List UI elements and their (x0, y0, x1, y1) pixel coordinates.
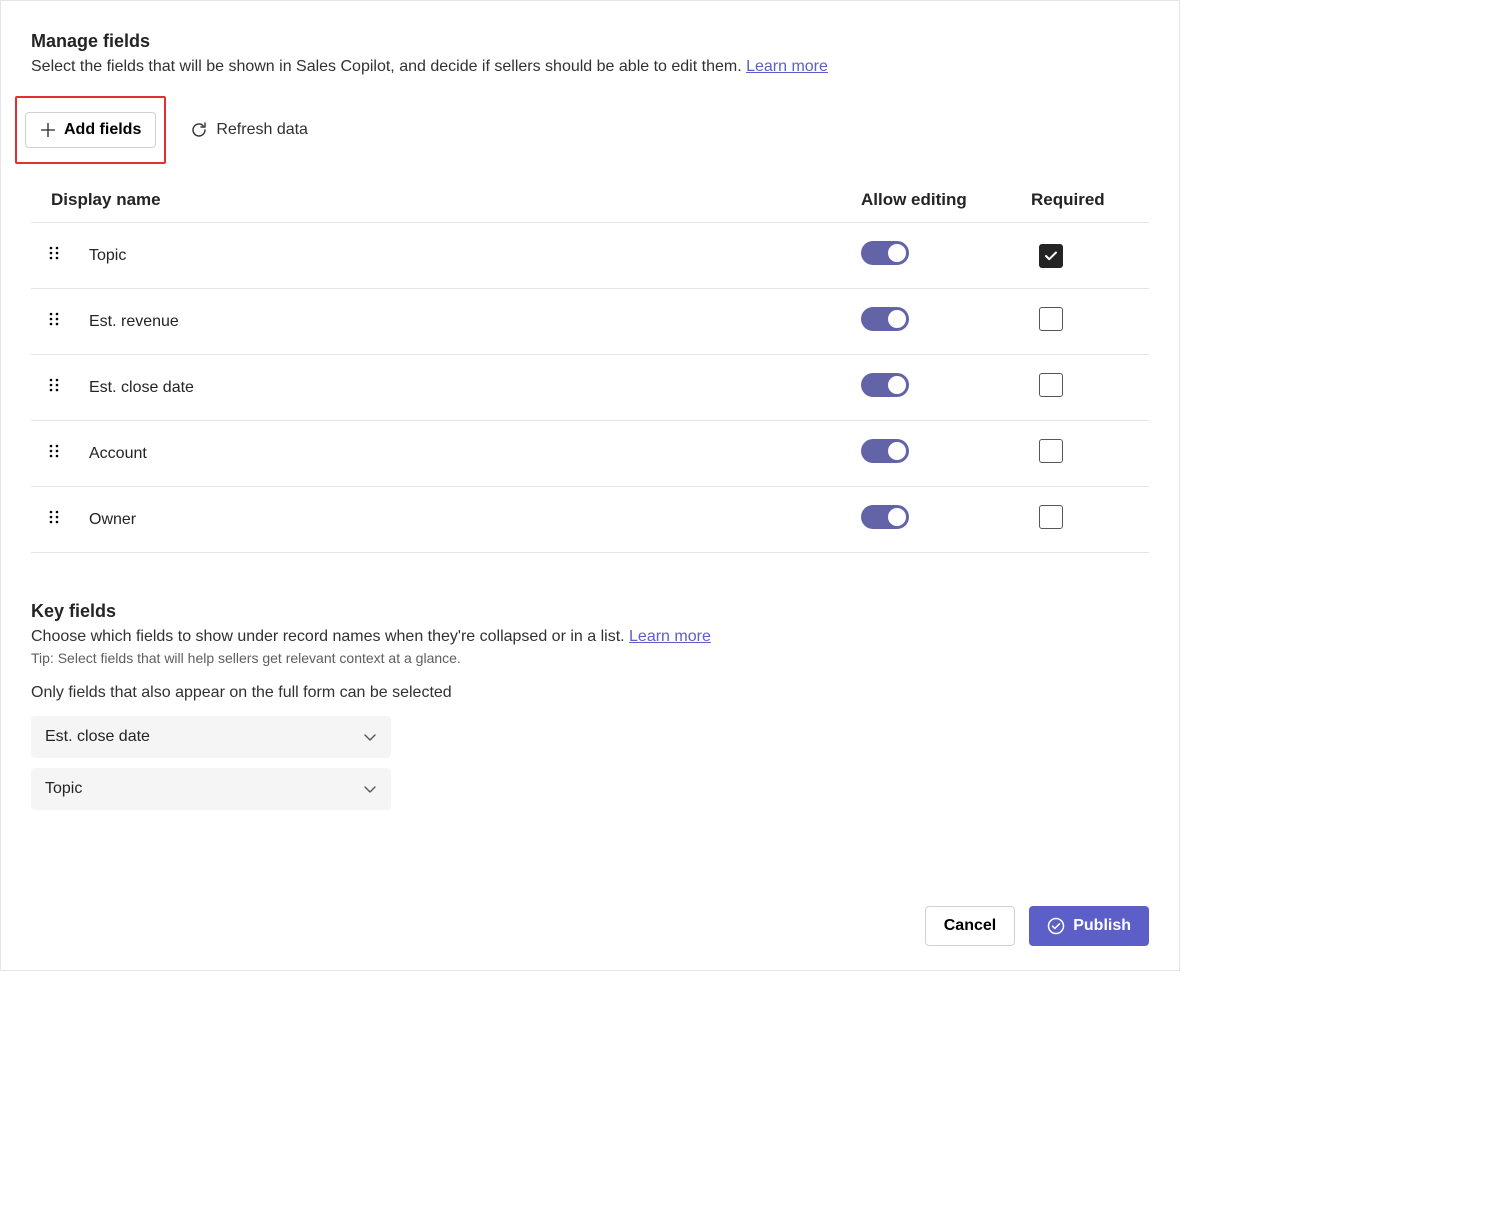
required-checkbox[interactable] (1039, 505, 1063, 529)
drag-handle-icon[interactable] (48, 311, 60, 332)
field-name: Account (77, 421, 849, 487)
chevron-down-icon (363, 730, 377, 744)
allow-editing-toggle[interactable] (861, 241, 909, 265)
col-required: Required (1019, 180, 1149, 223)
col-display-name: Display name (31, 180, 849, 223)
allow-editing-toggle[interactable] (861, 439, 909, 463)
drag-handle-icon[interactable] (48, 245, 60, 266)
chevron-down-icon (363, 782, 377, 796)
field-name: Est. close date (77, 355, 849, 421)
required-checkbox[interactable] (1039, 307, 1063, 331)
field-name: Topic (77, 223, 849, 289)
key-fields-description: Choose which fields to show under record… (31, 628, 1149, 646)
allow-editing-toggle[interactable] (861, 373, 909, 397)
add-fields-highlight: Add fields (15, 96, 166, 164)
key-desc-text: Choose which fields to show under record… (31, 628, 629, 645)
table-row: Topic (31, 223, 1149, 289)
required-checkbox[interactable] (1039, 373, 1063, 397)
required-checkbox[interactable] (1039, 244, 1063, 268)
manage-fields-title: Manage fields (31, 31, 1149, 52)
key-fields-note: Only fields that also appear on the full… (31, 684, 1149, 702)
refresh-icon (190, 121, 208, 139)
refresh-label: Refresh data (216, 121, 308, 139)
key-field-select-2-value: Topic (45, 780, 82, 798)
manage-desc-text: Select the fields that will be shown in … (31, 58, 746, 75)
field-name: Owner (77, 487, 849, 553)
drag-handle-icon[interactable] (48, 377, 60, 398)
key-field-select-1[interactable]: Est. close date (31, 716, 391, 758)
publish-label: Publish (1073, 917, 1131, 935)
key-fields-tip: Tip: Select fields that will help seller… (31, 650, 1149, 666)
manage-learn-more-link[interactable]: Learn more (746, 58, 828, 75)
table-row: Est. close date (31, 355, 1149, 421)
add-fields-button[interactable]: Add fields (25, 112, 156, 148)
publish-button[interactable]: Publish (1029, 906, 1149, 946)
check-circle-icon (1047, 917, 1065, 935)
cancel-button[interactable]: Cancel (925, 906, 1015, 946)
drag-handle-icon[interactable] (48, 509, 60, 530)
table-row: Est. revenue (31, 289, 1149, 355)
manage-fields-description: Select the fields that will be shown in … (31, 58, 1149, 76)
allow-editing-toggle[interactable] (861, 505, 909, 529)
add-fields-label: Add fields (64, 121, 141, 139)
key-field-select-1-value: Est. close date (45, 728, 150, 746)
refresh-data-button[interactable]: Refresh data (184, 120, 314, 140)
field-name: Est. revenue (77, 289, 849, 355)
key-learn-more-link[interactable]: Learn more (629, 628, 711, 645)
table-row: Owner (31, 487, 1149, 553)
key-field-select-2[interactable]: Topic (31, 768, 391, 810)
col-allow-editing: Allow editing (849, 180, 1019, 223)
required-checkbox[interactable] (1039, 439, 1063, 463)
plus-icon (40, 122, 56, 138)
fields-table: Display name Allow editing Required Topi… (31, 180, 1149, 553)
allow-editing-toggle[interactable] (861, 307, 909, 331)
key-fields-title: Key fields (31, 601, 1149, 622)
drag-handle-icon[interactable] (48, 443, 60, 464)
table-row: Account (31, 421, 1149, 487)
